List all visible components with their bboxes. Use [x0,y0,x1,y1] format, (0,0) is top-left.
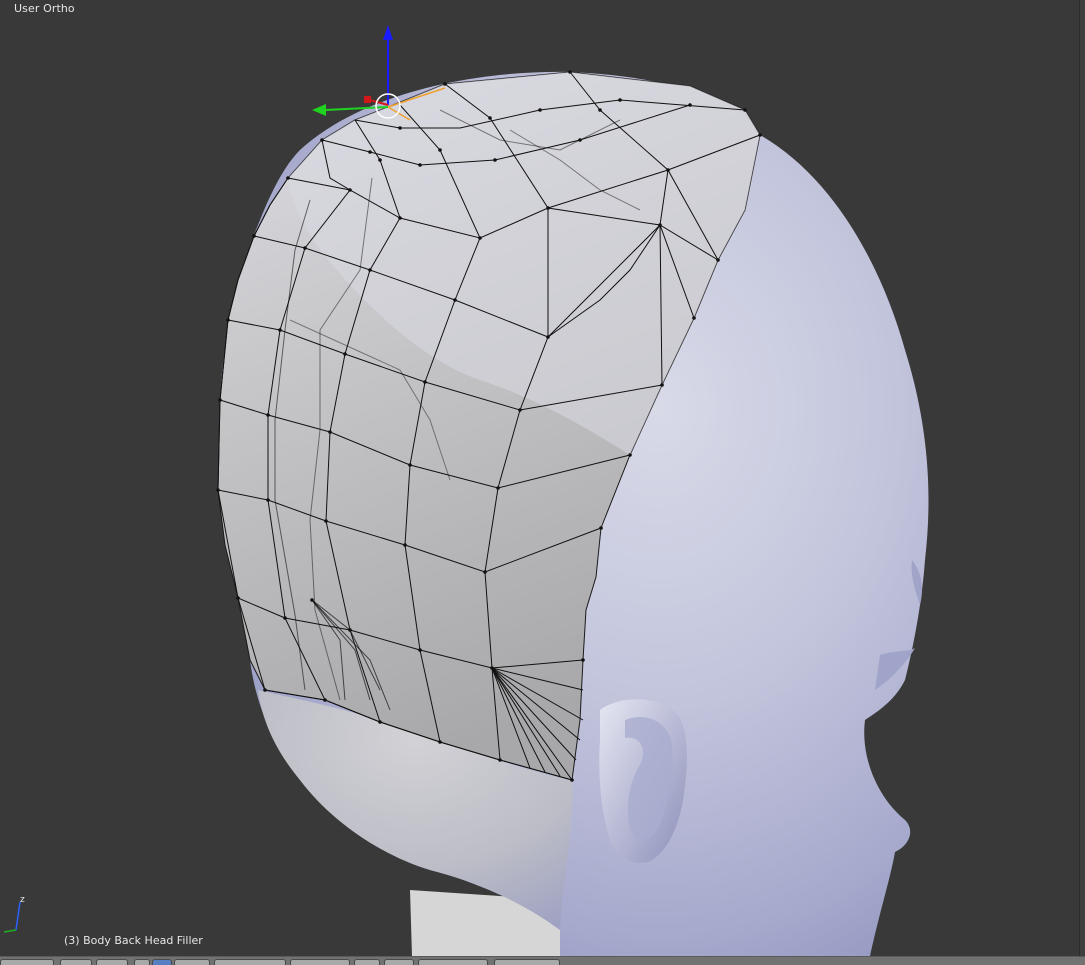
snap-button[interactable] [354,959,380,965]
proportional-button[interactable] [384,959,414,965]
viewport-scene[interactable] [0,0,1085,956]
transform-gizmo[interactable] [312,25,401,119]
pivot-button[interactable] [174,959,210,965]
y-axis-arrow-icon[interactable] [312,104,326,116]
add-menu-button[interactable] [96,959,128,965]
3d-viewport[interactable]: z User Ortho (3) Body Back Head Filler [0,0,1085,956]
mode-select-button[interactable] [134,959,150,965]
view-menu-button[interactable] [0,959,54,965]
active-object-label: (3) Body Back Head Filler [64,934,203,947]
z-axis-arrow-icon[interactable] [383,25,393,40]
shading-button[interactable] [152,959,172,965]
overlay-button[interactable] [418,959,488,965]
view-label: User Ortho [14,2,75,15]
viewport-edge-strip [1079,0,1085,956]
select-menu-button[interactable] [60,959,92,965]
render-button[interactable] [494,959,560,965]
svg-text:z: z [20,895,25,905]
manipulator-button[interactable] [214,959,286,965]
layers-button[interactable] [290,959,350,965]
mini-axis-icon: z [3,895,25,933]
x-axis-handle-icon[interactable] [364,96,371,103]
